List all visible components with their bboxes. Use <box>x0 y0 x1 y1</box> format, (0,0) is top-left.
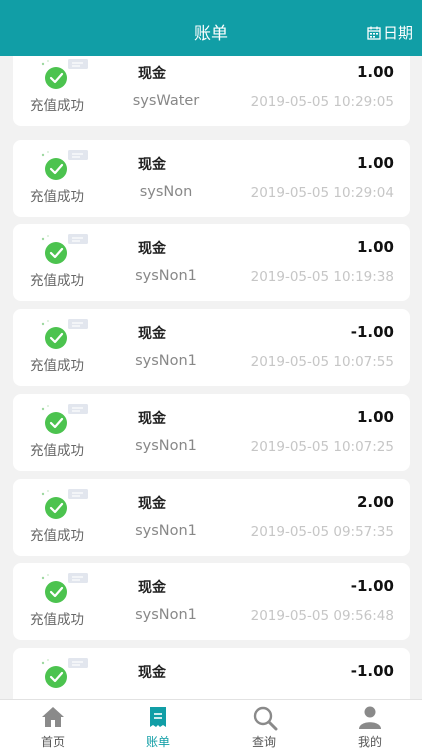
source-label: sysNon <box>139 184 193 200</box>
payment-type: 现金 <box>138 241 166 257</box>
tab-bill[interactable]: 账单 <box>108 700 208 751</box>
status-label: 充值成功 <box>30 189 84 205</box>
timestamp: 2019-05-05 10:07:25 <box>250 439 394 455</box>
calendar-icon <box>367 26 381 40</box>
source-label: sysWater <box>132 93 200 109</box>
recharge-success-icon <box>41 150 88 180</box>
source-label: sysNon1 <box>135 523 197 539</box>
bill-card[interactable]: 充值成功 现金 sysNon 1.00 2019-05-05 10:29:04 <box>13 140 410 217</box>
tab-mine[interactable]: 我的 <box>320 700 420 751</box>
source-label: sysNon1 <box>135 607 197 623</box>
bill-card[interactable]: 充值成功 现金 sysNon1 1.00 2019-05-05 10:07:25 <box>13 394 410 471</box>
amount-value: 1.00 <box>356 238 394 256</box>
payment-type: 现金 <box>138 411 166 427</box>
amount-value: 1.00 <box>356 154 394 172</box>
amount-value: -1.00 <box>350 577 394 595</box>
page-title: 账单 <box>194 24 228 44</box>
recharge-success-icon <box>41 319 88 349</box>
home-icon <box>42 707 64 727</box>
status-label: 充值成功 <box>30 443 84 459</box>
timestamp: 2019-05-05 09:57:35 <box>250 524 394 540</box>
recharge-success-icon <box>41 658 88 688</box>
bill-card[interactable]: 现金 -1.00 <box>13 648 410 699</box>
recharge-success-icon <box>41 234 88 264</box>
tab-query[interactable]: 查询 <box>214 700 314 751</box>
timestamp: 2019-05-05 09:56:48 <box>250 608 394 624</box>
source-label: sysNon1 <box>135 438 197 454</box>
app-header: 账单 日期 <box>0 0 422 56</box>
status-label: 充值成功 <box>30 528 84 544</box>
bill-card[interactable]: 充值成功 现金 sysNon1 -1.00 2019-05-05 10:07:5… <box>13 309 410 386</box>
date-filter-label: 日期 <box>382 24 413 42</box>
recharge-success-icon <box>41 573 88 603</box>
date-filter-button[interactable]: 日期 <box>367 22 413 43</box>
source-label: sysNon1 <box>135 353 197 369</box>
bill-card[interactable]: 充值成功 现金 sysNon1 -1.00 2019-05-05 09:56:4… <box>13 563 410 640</box>
payment-type: 现金 <box>138 326 166 342</box>
payment-type: 现金 <box>138 665 166 681</box>
recharge-success-icon <box>41 489 88 519</box>
tab-query-label: 查询 <box>251 735 276 749</box>
amount-value: -1.00 <box>350 662 394 680</box>
amount-value: 2.00 <box>356 493 394 511</box>
amount-value: -1.00 <box>350 323 394 341</box>
amount-value: 1.00 <box>356 408 394 426</box>
tab-mine-label: 我的 <box>357 735 382 749</box>
status-label: 充值成功 <box>30 98 84 114</box>
bottom-tab-bar: 首页 账单 查询 我的 <box>0 699 422 751</box>
timestamp: 2019-05-05 10:07:55 <box>250 354 394 370</box>
timestamp: 2019-05-05 10:19:38 <box>250 269 394 285</box>
bill-icon <box>150 707 166 727</box>
timestamp: 2019-05-05 10:29:05 <box>250 94 394 110</box>
bill-card[interactable]: 充值成功 现金 sysNon1 2.00 2019-05-05 09:57:35 <box>13 479 410 556</box>
bill-list[interactable]: 充值成功 现金 sysWater 1.00 2019-05-05 10:29:0… <box>0 56 422 699</box>
user-icon <box>359 706 381 729</box>
status-label: 充值成功 <box>30 273 84 289</box>
tab-bill-label: 账单 <box>145 735 170 749</box>
payment-type: 现金 <box>138 157 166 173</box>
bill-card[interactable]: 充值成功 现金 sysNon1 1.00 2019-05-05 10:19:38 <box>13 224 410 301</box>
recharge-success-icon <box>41 404 88 434</box>
search-icon <box>253 706 278 731</box>
timestamp: 2019-05-05 10:29:04 <box>250 185 394 201</box>
tab-home[interactable]: 首页 <box>3 700 103 751</box>
payment-type: 现金 <box>138 496 166 512</box>
payment-type: 现金 <box>138 580 166 596</box>
source-label: sysNon1 <box>135 268 197 284</box>
tab-home-label: 首页 <box>40 735 65 749</box>
status-label: 充值成功 <box>30 358 84 374</box>
status-label: 充值成功 <box>30 612 84 628</box>
